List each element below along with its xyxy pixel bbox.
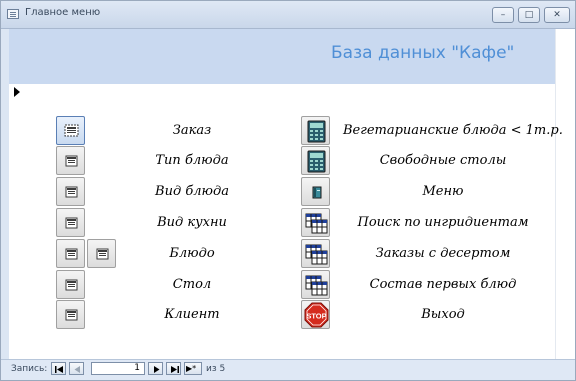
dish-kind-form-button[interactable] — [56, 177, 85, 206]
current-record-arrow-icon — [14, 87, 20, 97]
form-icon — [64, 124, 79, 137]
main-menu-window: Главное меню – □ ✕ База данных "Кафе" За… — [0, 0, 576, 381]
new-record-icon: ▶* — [186, 364, 197, 373]
dish-extra-form-button[interactable] — [87, 239, 116, 268]
query-grid-icon — [305, 213, 328, 234]
minimize-button[interactable]: – — [492, 7, 514, 23]
previous-record-icon — [74, 366, 80, 373]
dessert-orders-label: Заказы с десертом — [375, 246, 511, 261]
ingredient-search-label: Поиск по ингридиентам — [357, 215, 529, 230]
previous-record-button[interactable] — [69, 362, 84, 375]
maximize-button[interactable]: □ — [518, 7, 540, 23]
form-icon — [65, 279, 78, 291]
table-form-button[interactable] — [56, 270, 85, 299]
client-label: Клиент — [164, 307, 220, 322]
form-header-title: База данных "Кафе" — [331, 43, 515, 63]
menu-report-button[interactable] — [301, 177, 330, 206]
form-window-icon — [7, 9, 19, 19]
new-record-button[interactable]: ▶* — [184, 362, 202, 375]
dish-label: Блюдо — [169, 246, 215, 261]
record-navigation-bar — [1, 359, 575, 380]
free-tables-label: Свободные столы — [379, 153, 507, 168]
close-button[interactable]: ✕ — [544, 7, 570, 23]
calculator-icon — [307, 120, 326, 143]
stop-sign-icon: STOP — [304, 302, 329, 328]
last-record-icon — [171, 366, 179, 373]
calculator-icon — [307, 150, 326, 173]
cuisine-form-button[interactable] — [56, 208, 85, 237]
free-tables-button[interactable] — [301, 146, 330, 175]
query-grid-icon — [305, 244, 328, 265]
order-label: Заказ — [172, 123, 212, 138]
record-label: Запись: — [11, 364, 48, 374]
first-courses-button[interactable] — [301, 270, 330, 299]
first-courses-label: Состав первых блюд — [369, 277, 517, 292]
ingredient-search-button[interactable] — [301, 208, 330, 237]
window-title: Главное меню — [25, 7, 101, 18]
first-record-icon — [55, 366, 63, 373]
next-record-button[interactable] — [148, 362, 163, 375]
last-record-button[interactable] — [166, 362, 181, 375]
vegetarian-report-button[interactable] — [301, 116, 330, 145]
form-right-margin — [555, 29, 575, 359]
stop-sign-text: STOP — [306, 312, 326, 321]
form-icon — [65, 186, 78, 198]
form-icon — [65, 155, 78, 167]
form-icon — [65, 248, 78, 260]
dish-form-button[interactable] — [56, 239, 85, 268]
record-selector[interactable] — [9, 84, 21, 359]
client-form-button[interactable] — [56, 300, 85, 329]
dessert-orders-button[interactable] — [301, 239, 330, 268]
dish-type-form-button[interactable] — [56, 146, 85, 175]
query-grid-icon — [305, 275, 328, 296]
left-frame — [1, 29, 9, 359]
dish-type-label: Тип блюда — [155, 153, 229, 168]
menu-label: Меню — [422, 184, 464, 199]
exit-label: Выход — [421, 307, 465, 322]
first-record-button[interactable] — [51, 362, 66, 375]
form-icon — [96, 248, 109, 260]
table-label: Стол — [172, 277, 212, 292]
form-icon — [65, 217, 78, 229]
exit-button[interactable]: STOP — [301, 300, 330, 329]
current-record-field[interactable]: 1 — [91, 362, 145, 375]
form-icon — [65, 309, 78, 321]
record-count: из 5 — [206, 364, 226, 374]
title-bar: Главное меню – □ ✕ — [1, 1, 575, 29]
cuisine-label: Вид кухни — [157, 215, 227, 230]
vegetarian-label: Вегетарианские блюда < 1т.р. — [343, 123, 563, 138]
book-icon — [312, 186, 322, 199]
next-record-icon — [154, 366, 160, 373]
order-form-button[interactable] — [56, 116, 85, 145]
dish-kind-label: Вид блюда — [155, 184, 229, 199]
